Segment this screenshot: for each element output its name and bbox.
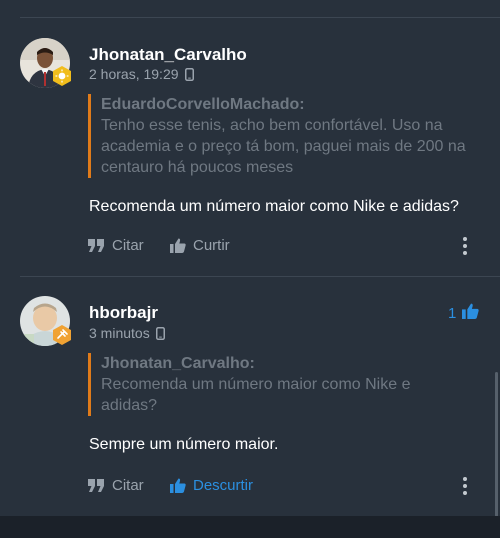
quote-button[interactable]: Citar	[88, 237, 144, 254]
quote-text: Recomenda um número maior como Nike e ad…	[101, 376, 411, 414]
unlike-button[interactable]: Descurtir	[170, 477, 253, 494]
post-meta: 3 minutos	[89, 325, 165, 341]
post-1: Jhonatan_Carvalho 2 horas, 19:29 Eduardo…	[0, 18, 500, 276]
like-label: Curtir	[193, 237, 230, 254]
like-count-value: 1	[448, 304, 457, 322]
post-time: 2 horas, 19:29	[89, 66, 179, 82]
post-body: Recomenda um número maior como Nike e ad…	[89, 198, 459, 215]
rank-badge-icon	[51, 324, 73, 346]
quote-text: Tenho esse tenis, acho bem confortável. …	[101, 117, 466, 176]
quote-block: Jhonatan_Carvalho: Recomenda um número m…	[88, 353, 461, 416]
thumbs-up-icon	[170, 478, 186, 493]
post-2: hborbajr 3 minutos 1 Jhonatan_Carvalho: …	[0, 277, 500, 517]
post-time: 3 minutos	[89, 325, 150, 341]
scrollbar[interactable]	[495, 372, 498, 517]
quote-button[interactable]: Citar	[88, 477, 144, 494]
quote-block: EduardoCorvelloMachado: Tenho esse tenis…	[88, 94, 481, 178]
quote-icon	[88, 479, 105, 492]
post-body: Sempre um número maior.	[89, 436, 279, 453]
post-meta: 2 horas, 19:29	[89, 66, 194, 82]
like-count[interactable]: 1	[448, 303, 480, 323]
quote-label: Citar	[112, 237, 144, 254]
quote-author[interactable]: EduardoCorvelloMachado:	[101, 94, 481, 115]
quote-author[interactable]: Jhonatan_Carvalho:	[101, 353, 461, 374]
like-button[interactable]: Curtir	[170, 237, 230, 254]
thumbs-up-icon	[170, 238, 186, 253]
mobile-device-icon	[184, 67, 194, 81]
post-author[interactable]: Jhonatan_Carvalho	[89, 45, 247, 65]
mobile-device-icon	[155, 326, 165, 340]
more-vertical-icon[interactable]	[455, 474, 475, 498]
quote-icon	[88, 239, 105, 252]
unlike-label: Descurtir	[193, 477, 254, 494]
post-author[interactable]: hborbajr	[89, 303, 158, 323]
thumbs-up-icon	[462, 303, 480, 323]
more-vertical-icon[interactable]	[455, 234, 475, 258]
rank-badge-icon	[51, 65, 73, 87]
quote-label: Citar	[112, 477, 144, 494]
bottom-bar	[0, 516, 500, 538]
